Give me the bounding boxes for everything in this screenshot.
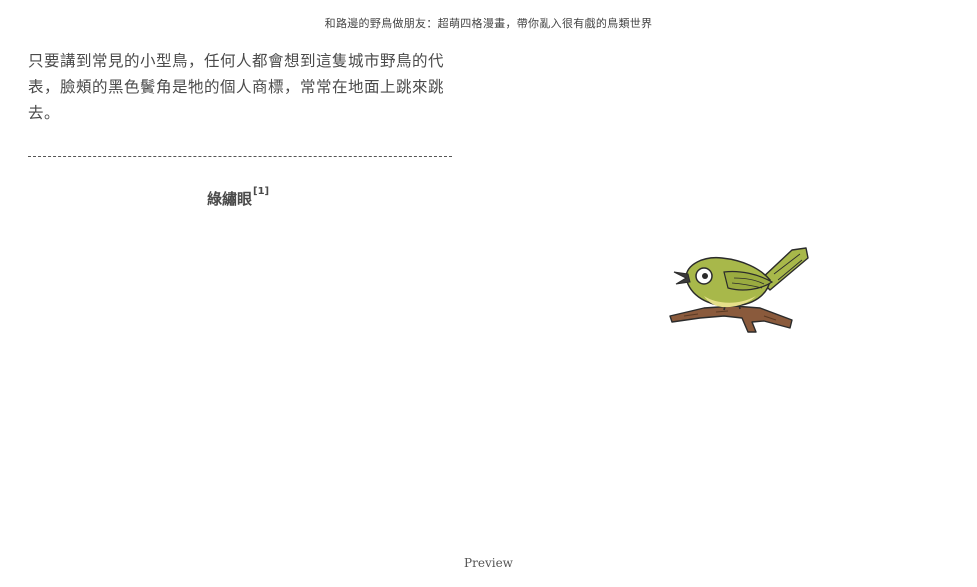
document-page: 和路邊的野鳥做朋友：超萌四格漫畫，帶你亂入很有戲的鳥類世界 只要講到常見的小型鳥…: [0, 0, 977, 587]
body-paragraph: 只要講到常見的小型鳥，任何人都會想到這隻城市野鳥的代表，臉頰的黑色鬢角是牠的個人…: [28, 52, 445, 122]
preview-footer: Preview: [464, 556, 513, 570]
section-divider: [28, 156, 452, 157]
bird-beak: [673, 271, 691, 285]
eye-pupil: [702, 273, 708, 279]
running-header: 和路邊的野鳥做朋友：超萌四格漫畫，帶你亂入很有戲的鳥類世界: [324, 17, 653, 30]
caption-text: 綠繡眼: [207, 190, 253, 208]
bird-on-branch-icon: [669, 247, 809, 333]
section-caption: 綠繡眼[1]: [207, 186, 269, 209]
footnote-reference[interactable]: [1]: [253, 186, 269, 197]
